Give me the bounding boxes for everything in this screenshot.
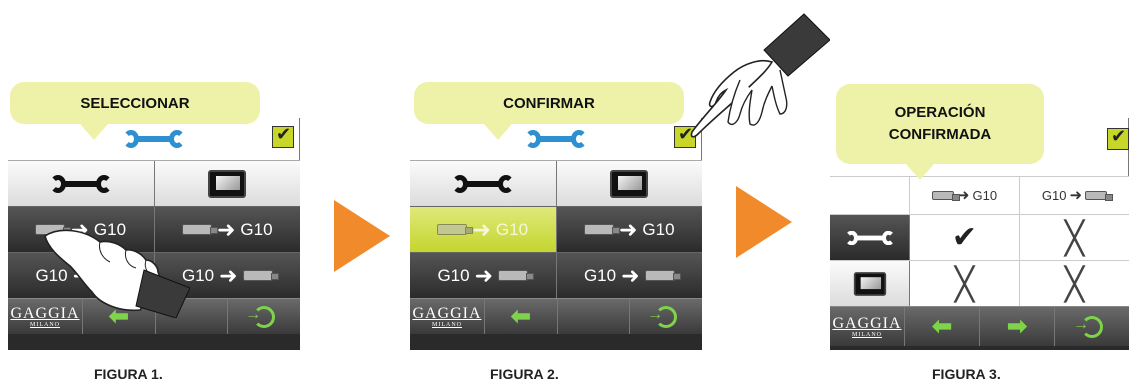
exit-button[interactable] [630, 299, 702, 334]
monitor-icon [853, 271, 886, 296]
bubble-text: SELECCIONAR [80, 94, 190, 112]
instruction-bubble: OPERACIÓN CONFIRMADA [836, 84, 1044, 180]
instruction-bubble: SELECCIONAR [10, 82, 260, 140]
right-arrow-icon: ➜ [219, 262, 238, 288]
right-arrow-icon: ➜ [1069, 187, 1083, 204]
next-step-arrow-icon [736, 186, 792, 258]
check-icon [1107, 126, 1129, 150]
usb-stick-icon [437, 224, 474, 235]
bottom-bar: GAGGIA MILANO ⬅ [410, 298, 702, 334]
monitor-icon [610, 169, 649, 198]
figure-caption: FIGURA 2. [490, 366, 559, 382]
check-mark-icon: ✔ [951, 220, 978, 254]
usb-stick-icon [583, 224, 620, 235]
usb-stick-icon [1085, 191, 1114, 201]
gaggia-logo: GAGGIA MILANO [832, 314, 902, 338]
right-arrow-icon: ➜ [621, 262, 640, 288]
maintenance-row-header [830, 215, 910, 260]
g10-label: G10 [437, 265, 470, 285]
display-usb-to-g10-result: ╳ [910, 261, 1020, 306]
figure-caption: FIGURA 3. [932, 366, 1001, 382]
usb-to-g10-maintenance-button[interactable]: ➜ G10 [410, 207, 557, 252]
exit-button[interactable] [1055, 307, 1129, 346]
back-button[interactable]: ⬅ [485, 299, 558, 334]
back-button[interactable]: ⬅ [905, 307, 980, 346]
right-arrow-icon: ➜ [216, 216, 236, 242]
device-screen: ➜ G10 ➜ G10 G10 ➜ G10 ➜ GAGGIAMIL [410, 118, 702, 350]
g10-to-usb-maintenance-button[interactable]: G10 ➜ [410, 253, 557, 298]
exit-button[interactable] [228, 299, 300, 334]
maintenance-tab[interactable] [410, 161, 557, 206]
brand-logo: GAGGIA MILANO [830, 307, 905, 346]
usb-to-g10-row: ➜ G10 ➜ G10 [410, 206, 702, 252]
usb-to-g10-column-header: ➜ G10 [910, 177, 1020, 214]
brand-logo: GAGGIA MILANO [410, 299, 485, 334]
g10-to-usb-column-header: G10 ➜ [1020, 177, 1129, 214]
wrench-icon [122, 129, 185, 149]
forward-button[interactable]: ➡ [980, 307, 1055, 346]
next-step-arrow-icon [334, 200, 390, 272]
right-arrow-icon: ➜ [474, 262, 494, 288]
g10-label: G10 [972, 188, 998, 203]
figure-caption: FIGURA 1. [94, 366, 163, 382]
wrench-icon [49, 174, 112, 194]
g10-to-usb-display-button[interactable]: G10 ➜ [557, 253, 703, 298]
header-title [8, 118, 300, 160]
right-arrow-icon: ➜ [618, 216, 638, 242]
bubble-text: CONFIRMAR [503, 94, 595, 112]
g10-label: G10 [642, 219, 675, 239]
category-row [410, 160, 702, 206]
maintenance-g10-to-usb-result: ╳ [1020, 215, 1129, 260]
back-arrow-icon: ⬅ [931, 312, 953, 340]
screen-header [8, 118, 300, 160]
result-corner [830, 177, 910, 214]
display-result-row: ╳ ╳ [830, 260, 1129, 306]
usb-stick-icon [931, 191, 960, 201]
wrench-icon [451, 174, 514, 194]
display-row-header [830, 261, 910, 306]
g10-label: G10 [240, 219, 273, 239]
usb-stick-icon [498, 270, 535, 281]
header-title [410, 118, 702, 160]
wrench-icon [844, 230, 895, 246]
figure-2: CONFIRMAR ➜ G10 ➜ G10 [410, 0, 830, 388]
figure-3: OPERACIÓN CONFIRMADA ➜ G10 G10 ➜ [830, 0, 1129, 388]
bottom-bar: GAGGIA MILANO ⬅ ➡ [830, 306, 1129, 346]
maintenance-usb-to-g10-result: ✔ [910, 215, 1020, 260]
usb-stick-icon [242, 270, 279, 281]
pointing-hand-icon [44, 229, 190, 318]
exit-icon [245, 305, 276, 328]
bubble-text: OPERACIÓN CONFIRMADA [888, 104, 992, 143]
g10-label: G10 [495, 219, 529, 239]
check-icon[interactable] [272, 124, 294, 148]
display-g10-to-usb-result: ╳ [1020, 261, 1129, 306]
screen-header [410, 118, 702, 160]
exit-icon [647, 305, 678, 328]
display-tab[interactable] [155, 161, 301, 206]
figure-1: SELECCIONAR ➜ G10 ➜ G1 [0, 0, 300, 388]
g10-label: G10 [583, 265, 617, 285]
g10-label: G10 [1041, 188, 1067, 203]
wrench-icon [524, 129, 587, 149]
g10-to-usb-row: G10 ➜ G10 ➜ [410, 252, 702, 298]
display-tab[interactable] [557, 161, 703, 206]
monitor-icon [208, 169, 247, 198]
forward-arrow-icon: ➡ [1006, 312, 1028, 340]
x-mark-icon: ╳ [1064, 264, 1085, 303]
right-arrow-icon: ➜ [472, 216, 491, 242]
pointing-hand-icon [690, 13, 830, 138]
category-row [8, 160, 300, 206]
usb-to-g10-display-button[interactable]: ➜ G10 [557, 207, 703, 252]
instruction-bubble: CONFIRMAR [414, 82, 684, 140]
usb-stick-icon [644, 270, 681, 281]
empty-button[interactable] [558, 299, 631, 334]
gaggia-logo: GAGGIA MILANO [412, 304, 482, 328]
exit-icon [1073, 315, 1103, 338]
x-mark-icon: ╳ [954, 264, 975, 303]
result-header-row: ➜ G10 G10 ➜ [830, 176, 1129, 214]
maintenance-tab[interactable] [8, 161, 155, 206]
x-mark-icon: ╳ [1064, 218, 1085, 257]
back-arrow-icon: ⬅ [510, 302, 531, 330]
maintenance-result-row: ✔ ╳ [830, 214, 1129, 260]
